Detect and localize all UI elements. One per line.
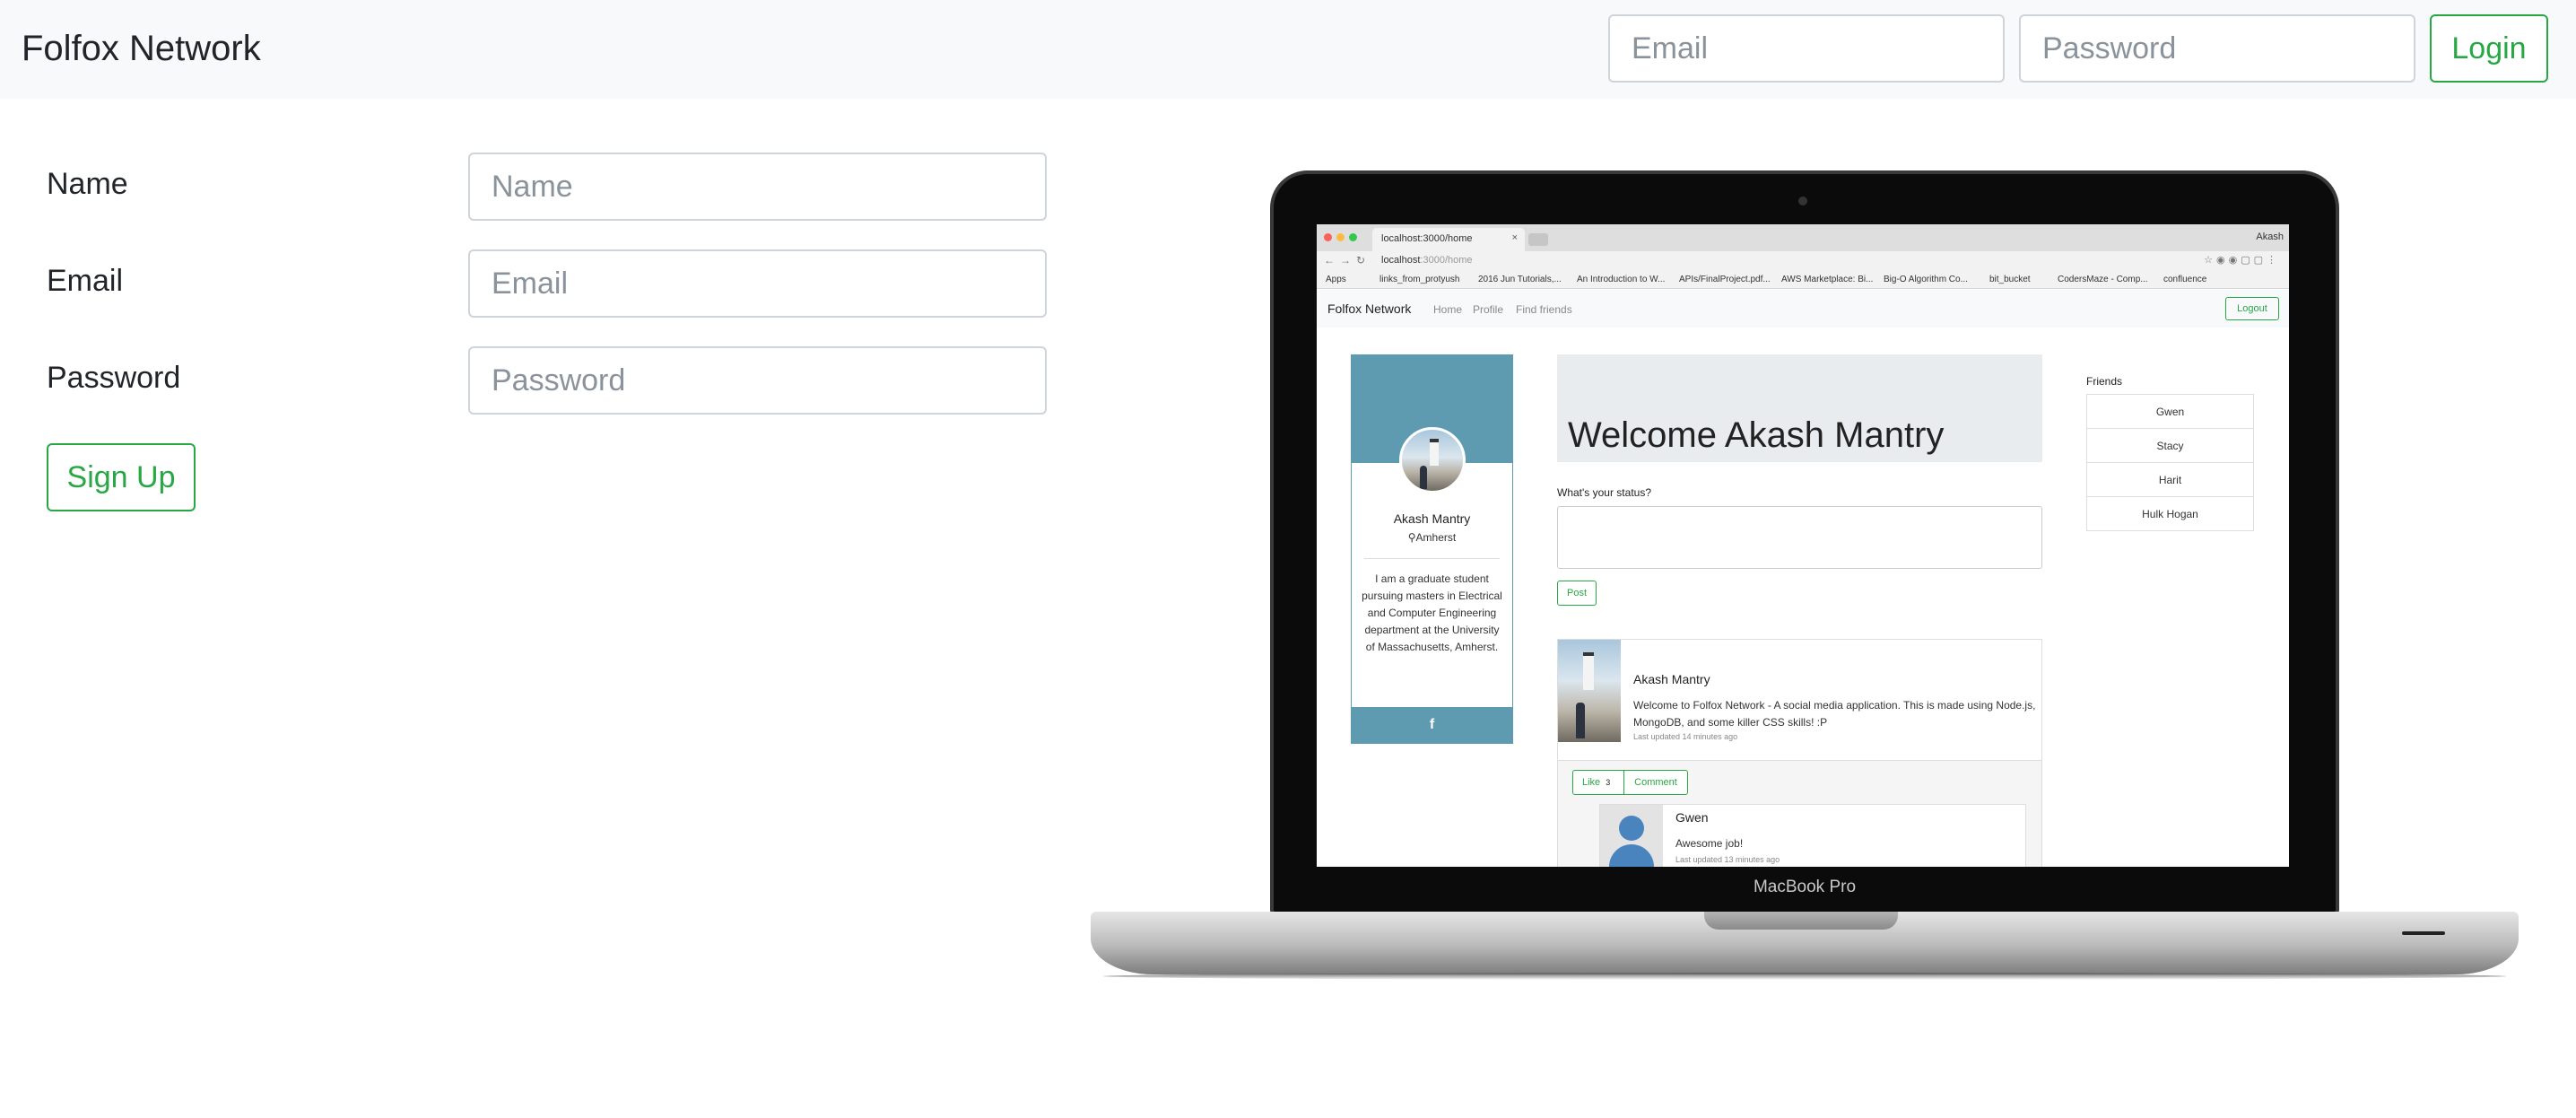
- bookmark-item: AWS Marketplace: Bi...: [1781, 275, 1874, 284]
- bookmark-item: CodersMaze - Comp...: [2058, 275, 2148, 284]
- person-shape: [1576, 703, 1585, 738]
- bookmarks-bar: Apps links_from_protyush 2016 Jun Tutori…: [1317, 271, 2289, 289]
- status-label: What's your status?: [1557, 486, 1651, 499]
- login-button[interactable]: Login: [2430, 14, 2548, 83]
- browser-user: Akash: [2256, 231, 2284, 242]
- laptop-screen: localhost:3000/home × Akash ←→↻ localhos…: [1317, 224, 2289, 867]
- extension-icons: ☆◉◉▢▢⋮: [2204, 255, 2280, 266]
- friend-item: Harit: [2086, 462, 2254, 497]
- friend-item: Gwen: [2086, 394, 2254, 429]
- friends-list: Gwen Stacy Harit Hulk Hogan: [2086, 394, 2254, 531]
- app-nav-find-friends: Find friends: [1516, 303, 1572, 316]
- comment-author: Gwen: [1675, 810, 1709, 825]
- browser-tab-strip: localhost:3000/home × Akash: [1317, 224, 2289, 251]
- nav-arrows-icon: ←→↻: [1324, 254, 1371, 266]
- like-count: 3: [1606, 778, 1611, 787]
- post-button: Post: [1557, 581, 1597, 606]
- like-button: Like 3: [1572, 770, 1624, 795]
- profile-bio: I am a graduate student pursuing masters…: [1362, 572, 1502, 653]
- profile-location-text: Amherst: [1415, 531, 1457, 544]
- laptop-shadow: [1103, 973, 2506, 980]
- divider: [1364, 558, 1500, 559]
- signup-button[interactable]: Sign Up: [47, 443, 196, 511]
- lighthouse-shape: [1430, 439, 1439, 466]
- bookmark-item: Apps: [1326, 275, 1346, 284]
- url-path: :3000/home: [1420, 255, 1473, 266]
- minimize-window-icon: [1336, 233, 1345, 241]
- url-host: localhost: [1381, 255, 1421, 266]
- post-card: Akash Mantry Welcome to Folfox Network -…: [1557, 639, 2042, 867]
- app-nav-profile: Profile: [1473, 303, 1504, 316]
- app-nav-home: Home: [1433, 303, 1463, 316]
- login-password-input[interactable]: [2019, 14, 2415, 83]
- silhouette-torso: [1609, 844, 1654, 867]
- app-navbar: Folfox Network Home Profile Find friends…: [1317, 290, 2289, 328]
- welcome-heading: Welcome Akash Mantry: [1568, 415, 1945, 455]
- password-input[interactable]: [468, 346, 1047, 415]
- browser-url: localhost:3000/home: [1381, 255, 1473, 266]
- welcome-jumbotron: Welcome Akash Mantry: [1557, 354, 2042, 462]
- profile-location: ⚲Amherst: [1352, 531, 1512, 544]
- browser-tab: localhost:3000/home ×: [1372, 228, 1525, 251]
- bookmark-item: Big-O Algorithm Co...: [1884, 275, 1968, 284]
- comment-card: Gwen Awesome job! Last updated 13 minute…: [1599, 804, 2026, 867]
- avatar: [1399, 427, 1466, 493]
- bookmark-item: APIs/FinalProject.pdf...: [1679, 275, 1771, 284]
- friend-item: Stacy: [2086, 428, 2254, 463]
- bookmark-item: bit_bucket: [1989, 275, 2031, 284]
- friend-item: Hulk Hogan: [2086, 496, 2254, 531]
- comment-timestamp: Last updated 13 minutes ago: [1675, 855, 1780, 864]
- bookmark-item: links_from_protyush: [1379, 275, 1460, 284]
- status-textarea: [1557, 506, 2042, 569]
- post-actions: Like 3 Comment Gwen Awesome job! Last upd…: [1558, 760, 2041, 867]
- comment-button: Comment: [1623, 770, 1688, 795]
- maximize-window-icon: [1349, 233, 1357, 241]
- app-logout-button: Logout: [2225, 297, 2279, 320]
- post-timestamp: Last updated 14 minutes ago: [1633, 732, 1738, 741]
- bookmark-item: 2016 Jun Tutorials,...: [1478, 275, 1562, 284]
- lighthouse-shape: [1583, 652, 1594, 690]
- camera-icon: [1798, 197, 1807, 205]
- silhouette-head: [1619, 816, 1644, 841]
- browser-tab-title: localhost:3000/home: [1381, 233, 1473, 244]
- profile-card: Akash Mantry ⚲Amherst I am a graduate st…: [1351, 354, 1513, 744]
- bookmark-item: confluence: [2163, 275, 2207, 284]
- top-navbar: Folfox Network Login: [0, 0, 2576, 99]
- user-silhouette-icon: [1600, 805, 1663, 867]
- browser-address-bar: ←→↻ localhost:3000/home ☆◉◉▢▢⋮: [1317, 251, 2289, 271]
- new-tab-icon: [1528, 233, 1548, 246]
- laptop-notch: [1704, 912, 1898, 930]
- facebook-icon: f: [1352, 707, 1512, 743]
- like-label: Like: [1582, 777, 1601, 788]
- bookmark-item: An Introduction to W...: [1577, 275, 1666, 284]
- name-label: Name: [47, 167, 128, 201]
- profile-name: Akash Mantry: [1393, 511, 1471, 526]
- laptop-slot: [2402, 931, 2445, 935]
- close-window-icon: [1324, 233, 1332, 241]
- person-shape: [1420, 466, 1427, 489]
- email-input[interactable]: [468, 249, 1047, 318]
- post-image: [1558, 640, 1621, 742]
- app-brand: Folfox Network: [1327, 301, 1412, 316]
- login-email-input[interactable]: [1608, 14, 2005, 83]
- friends-title: Friends: [2086, 375, 2123, 388]
- email-label: Email: [47, 264, 124, 298]
- brand-title[interactable]: Folfox Network: [22, 27, 261, 70]
- name-input[interactable]: [468, 153, 1047, 221]
- close-icon: ×: [1511, 232, 1518, 243]
- post-author: Akash Mantry: [1633, 672, 1710, 686]
- password-label: Password: [47, 361, 181, 395]
- comment-body: Awesome job!: [1675, 837, 1744, 850]
- post-body: Welcome to Folfox Network - A social med…: [1633, 699, 2036, 729]
- laptop-model-label: MacBook Pro: [1753, 878, 1857, 896]
- map-pin-icon: ⚲: [1407, 531, 1416, 544]
